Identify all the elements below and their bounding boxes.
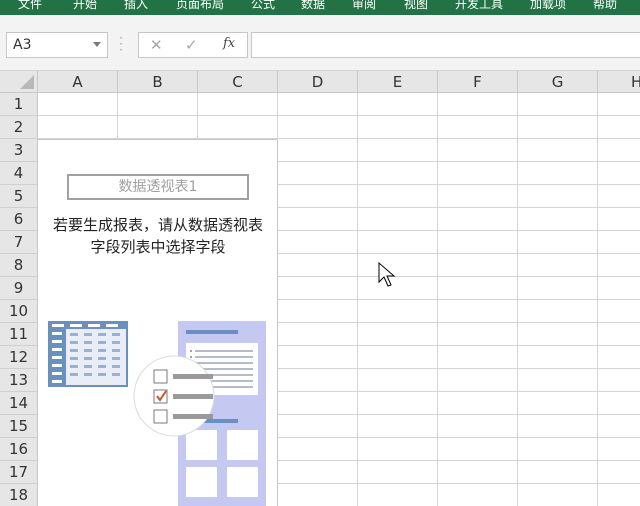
tab-home[interactable]: 开始	[73, 0, 97, 13]
tab-help[interactable]: 帮助	[593, 0, 617, 13]
pivot-table-placeholder[interactable]: 数据透视表1 若要生成报表，请从数据透视表 字段列表中选择字段	[38, 139, 278, 506]
name-box-value: A3	[13, 37, 32, 53]
checklist-icon	[133, 355, 215, 437]
column-header-c[interactable]: C	[198, 71, 278, 93]
row-header-5[interactable]: 5	[0, 185, 38, 208]
row-header-9[interactable]: 9	[0, 277, 38, 300]
pivot-table-name: 数据透视表1	[67, 174, 249, 200]
tab-file[interactable]: 文件	[18, 0, 42, 13]
cancel-icon[interactable]: ✕	[150, 36, 163, 54]
formula-bar: A3 · · · ✕ ✓ fx	[0, 15, 640, 71]
row-header-1[interactable]: 1	[0, 93, 38, 116]
row-header-11[interactable]: 11	[0, 323, 38, 346]
checkmark-icon[interactable]: ✓	[185, 36, 198, 54]
mouse-pointer-icon	[378, 262, 396, 287]
row-header-4[interactable]: 4	[0, 162, 38, 185]
select-all-icon	[20, 75, 34, 89]
tab-data[interactable]: 数据	[301, 0, 325, 13]
row-header-6[interactable]: 6	[0, 208, 38, 231]
row-header-15[interactable]: 15	[0, 415, 38, 438]
name-box[interactable]: A3	[6, 32, 108, 58]
row-header-18[interactable]: 18	[0, 484, 38, 506]
tab-view[interactable]: 视图	[404, 0, 428, 13]
row-header-3[interactable]: 3	[0, 139, 38, 162]
select-all-button[interactable]	[0, 71, 38, 93]
pivot-instructions-line-1: 若要生成报表，请从数据透视表	[52, 216, 263, 234]
drag-handle-icon[interactable]: · · ·	[118, 32, 124, 56]
column-header-g[interactable]: G	[518, 71, 598, 93]
pivot-illustration	[48, 321, 266, 506]
row-header-17[interactable]: 17	[0, 461, 38, 484]
column-header-d[interactable]: D	[278, 71, 358, 93]
row-header-13[interactable]: 13	[0, 369, 38, 392]
tab-page-layout[interactable]: 页面布局	[176, 0, 224, 13]
formula-input[interactable]	[251, 32, 640, 58]
column-header-f[interactable]: F	[438, 71, 518, 93]
tab-insert[interactable]: 插入	[124, 0, 148, 13]
pivot-instructions-line-2: 字段列表中选择字段	[90, 238, 226, 256]
column-header-e[interactable]: E	[358, 71, 438, 93]
row-header-14[interactable]: 14	[0, 392, 38, 415]
row-header-12[interactable]: 12	[0, 346, 38, 369]
chevron-down-icon[interactable]	[93, 42, 101, 47]
row-header-10[interactable]: 10	[0, 300, 38, 323]
pivot-instructions: 若要生成报表，请从数据透视表 字段列表中选择字段	[42, 214, 274, 258]
column-header-b[interactable]: B	[118, 71, 198, 93]
row-header-8[interactable]: 8	[0, 254, 38, 277]
tab-formulas[interactable]: 公式	[251, 0, 275, 13]
tab-review[interactable]: 审阅	[352, 0, 376, 13]
tab-developer[interactable]: 开发工具	[455, 0, 503, 13]
ribbon-tab-bar: 文件 开始 插入 页面布局 公式 数据 审阅 视图 开发工具 加载项 帮助	[0, 0, 640, 15]
table-grid-icon	[48, 321, 128, 387]
insert-function-icon[interactable]: fx	[223, 36, 235, 51]
row-header-2[interactable]: 2	[0, 116, 38, 139]
row-header-7[interactable]: 7	[0, 231, 38, 254]
row-header-16[interactable]: 16	[0, 438, 38, 461]
formula-buttons: ✕ ✓ fx	[138, 32, 248, 58]
column-header-a[interactable]: A	[38, 71, 118, 93]
column-header-h[interactable]: H	[598, 71, 640, 93]
tab-add-ins[interactable]: 加载项	[530, 0, 566, 13]
